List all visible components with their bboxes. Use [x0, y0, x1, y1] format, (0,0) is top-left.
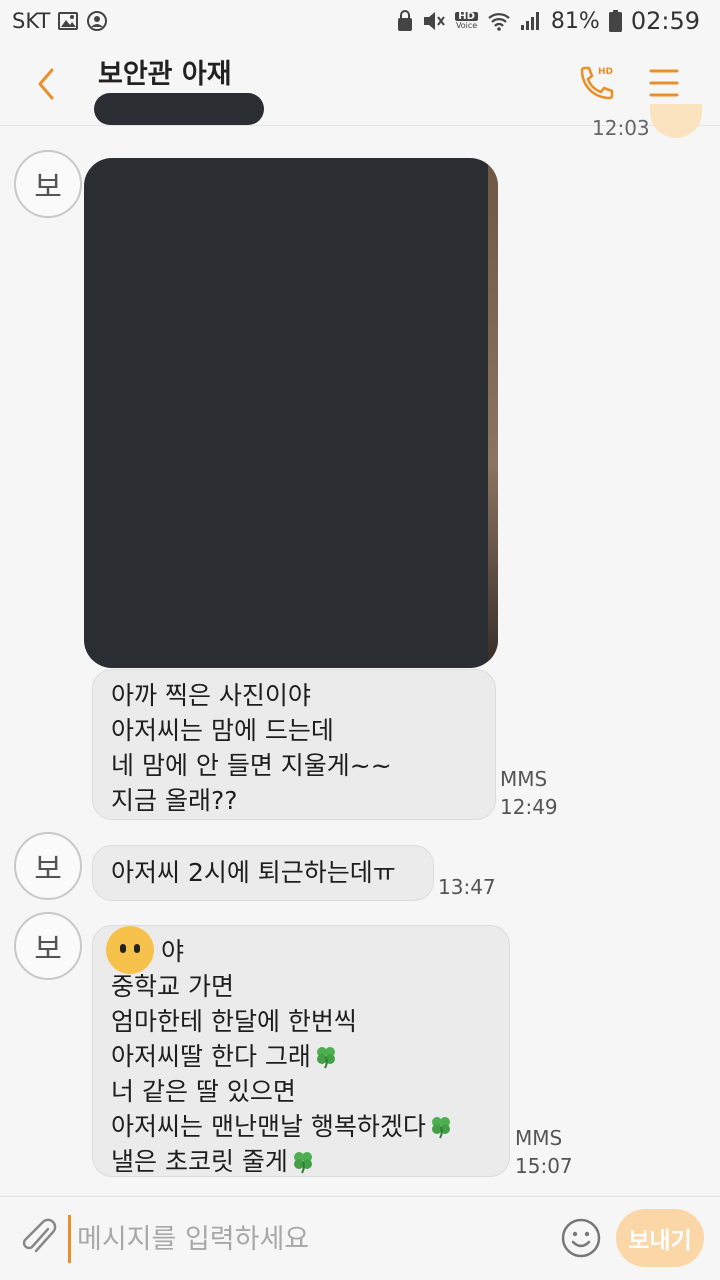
- message-bubble[interactable]: 아까 찍은 사진이야 아저씨는 맘에 드는데 네 맘에 안 들면 지울게~~ 지…: [92, 669, 496, 820]
- clover-icon: [431, 1117, 450, 1139]
- hd-voice-icon: HD Voice: [455, 12, 478, 30]
- status-bar-left: SKT: [12, 9, 108, 33]
- menu-button[interactable]: [648, 66, 680, 100]
- message-line: 엄마한테 한달에 한번씩: [111, 1007, 357, 1036]
- clover-icon: [293, 1152, 312, 1174]
- message-line-text: 야: [161, 937, 185, 966]
- message-time: 12:49: [500, 795, 558, 819]
- previous-sent-bubble: [650, 104, 702, 138]
- message-line: 지금 올래??: [111, 786, 238, 815]
- battery-percent: 81%: [550, 8, 600, 34]
- message-type-label: MMS: [500, 767, 548, 791]
- lock-icon: [397, 10, 413, 32]
- signal-icon: [520, 11, 542, 31]
- emoji-eye: [134, 944, 140, 953]
- paperclip-icon: [22, 1218, 57, 1253]
- image-icon: [58, 12, 79, 30]
- redacted-phone-number: [94, 93, 264, 125]
- wifi-icon: [487, 11, 511, 31]
- smiley-icon: [561, 1218, 601, 1258]
- message-line: 네 맘에 안 들면 지울게~~: [111, 751, 392, 780]
- message-meta: MMS 15:07: [515, 1125, 573, 1179]
- voice-label: Voice: [455, 21, 478, 30]
- status-bar-right: HD Voice 81% 02:59: [397, 7, 700, 35]
- previous-message-time: 12:03: [592, 116, 650, 140]
- message-line-text: 낼은 초코릿 줄게: [111, 1147, 288, 1176]
- message-bubble[interactable]: 야 중학교 가면 엄마한테 한달에 한번씩 아저씨딸 한다 그래 너 같은 딸 …: [92, 925, 510, 1177]
- send-button[interactable]: 보내기: [616, 1209, 704, 1267]
- face-icon: [86, 10, 108, 32]
- contact-avatar[interactable]: 보: [14, 832, 82, 900]
- image-attachment[interactable]: [84, 158, 498, 668]
- back-button[interactable]: [32, 64, 62, 104]
- clock: 02:59: [630, 7, 700, 35]
- message-line: 너 같은 딸 있으면: [111, 1077, 296, 1106]
- battery-icon: [608, 10, 622, 32]
- face-emoji-icon: [106, 926, 154, 974]
- message-bubble[interactable]: 아저씨 2시에 퇴근하는데ㅠ: [92, 845, 434, 901]
- message-line: 중학교 가면: [111, 972, 234, 1001]
- composer-bar: 보내기: [0, 1196, 720, 1280]
- message-line: 아저씨딸 한다 그래: [111, 1039, 491, 1074]
- contact-avatar[interactable]: 보: [14, 150, 82, 218]
- message-line-text: 아저씨는 맨난맨날 행복하겠다: [111, 1112, 426, 1141]
- call-hd-label: HD: [598, 67, 613, 77]
- status-bar: SKT HD Voice 81% 02:59: [0, 0, 720, 42]
- hd-call-button[interactable]: HD: [574, 60, 620, 106]
- message-input[interactable]: [68, 1215, 538, 1263]
- phone-icon: HD: [580, 66, 614, 100]
- contact-name: 보안관 아재: [98, 59, 232, 90]
- message-line: 낼은 초코릿 줄게: [111, 1144, 491, 1179]
- message-time: 13:47: [438, 875, 496, 899]
- message-time: 15:07: [515, 1154, 573, 1178]
- message-line: 아까 찍은 사진이야: [111, 681, 311, 710]
- carrier-label: SKT: [12, 9, 51, 33]
- contact-avatar[interactable]: 보: [14, 912, 82, 980]
- image-visible-edge: [488, 158, 498, 668]
- back-icon: [38, 68, 54, 100]
- emoji-button[interactable]: [560, 1217, 602, 1259]
- hd-label: HD: [455, 12, 478, 22]
- conversation-header: 보안관 아재 HD: [0, 42, 720, 126]
- clover-icon: [316, 1047, 335, 1069]
- emoji-eye: [120, 944, 126, 953]
- menu-icon: [649, 69, 679, 97]
- message-line: 야: [111, 934, 491, 969]
- mute-icon: [422, 10, 446, 32]
- message-line: 아저씨는 맘에 드는데: [111, 716, 334, 745]
- attach-button[interactable]: [20, 1217, 60, 1259]
- message-meta: MMS 12:49: [500, 766, 558, 820]
- message-type-label: MMS: [515, 1126, 563, 1150]
- message-line-text: 아저씨딸 한다 그래: [111, 1042, 311, 1071]
- message-line: 아저씨는 맨난맨날 행복하겠다: [111, 1109, 491, 1144]
- message-text: 아저씨 2시에 퇴근하는데ㅠ: [111, 858, 396, 887]
